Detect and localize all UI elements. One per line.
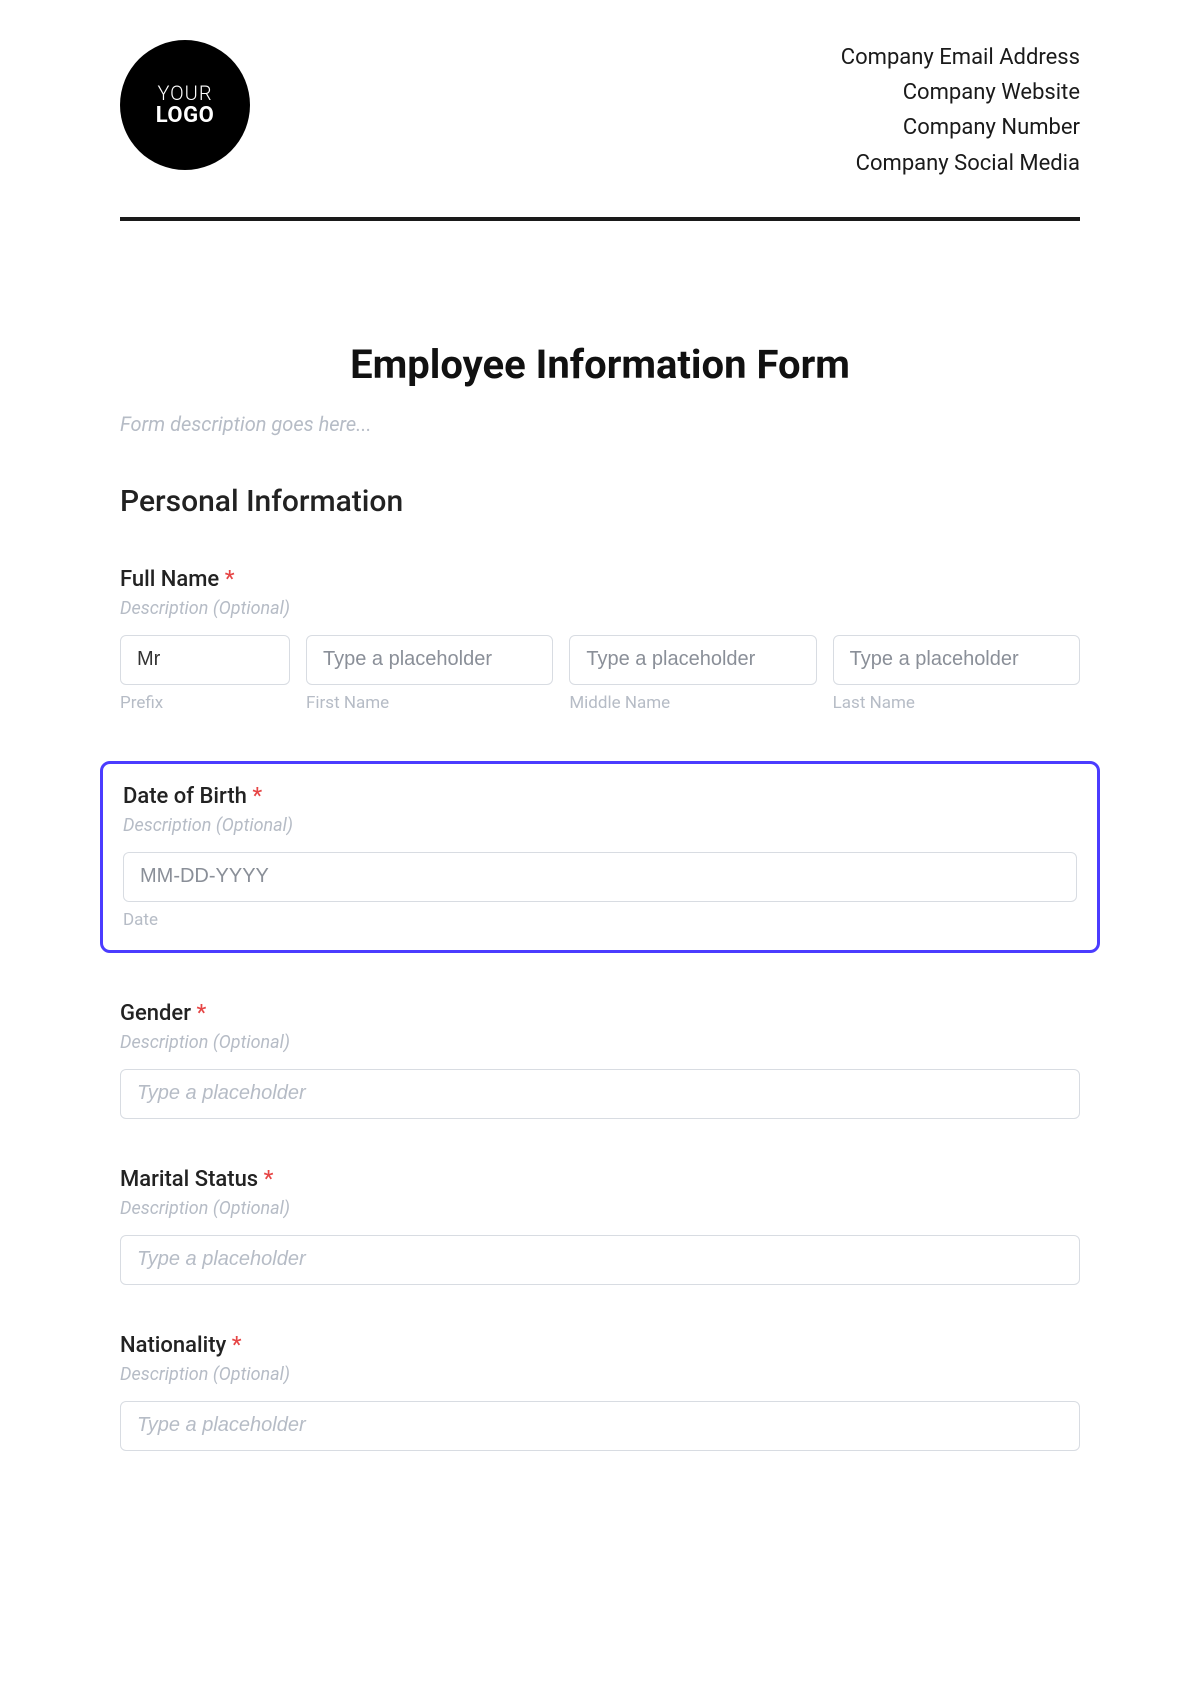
company-social: Company Social Media — [841, 146, 1080, 181]
required-mark: * — [232, 1333, 242, 1358]
section-title: Personal Information — [120, 484, 1080, 519]
field-nationality: Nationality * Description (Optional) — [120, 1333, 1080, 1451]
marital-input[interactable] — [120, 1235, 1080, 1285]
prefix-sublabel: Prefix — [120, 693, 290, 713]
form-title: Employee Information Form — [120, 341, 1080, 388]
full-name-label: Full Name * — [120, 567, 1080, 592]
dob-input[interactable] — [123, 852, 1077, 902]
field-gender: Gender * Description (Optional) — [120, 1001, 1080, 1119]
required-mark: * — [264, 1167, 274, 1192]
gender-input[interactable] — [120, 1069, 1080, 1119]
middle-name-sublabel: Middle Name — [569, 693, 816, 713]
company-website: Company Website — [841, 75, 1080, 110]
nationality-label: Nationality * — [120, 1333, 1080, 1358]
field-marital-status: Marital Status * Description (Optional) — [120, 1167, 1080, 1285]
field-full-name: Full Name * Description (Optional) Prefi… — [120, 567, 1080, 713]
nationality-label-text: Nationality — [120, 1333, 226, 1358]
logo-text-line2: LOGO — [156, 104, 215, 128]
field-date-of-birth[interactable]: Date of Birth * Description (Optional) D… — [100, 761, 1100, 953]
dob-label: Date of Birth * — [123, 784, 1077, 809]
nationality-input[interactable] — [120, 1401, 1080, 1451]
logo-placeholder: YOUR LOGO — [120, 40, 250, 170]
full-name-description[interactable]: Description (Optional) — [120, 598, 1080, 619]
dob-description[interactable]: Description (Optional) — [123, 815, 1077, 836]
company-info: Company Email Address Company Website Co… — [841, 40, 1080, 181]
middle-name-input[interactable] — [569, 635, 816, 685]
marital-label-text: Marital Status — [120, 1167, 258, 1192]
required-mark: * — [225, 567, 235, 592]
dob-label-text: Date of Birth — [123, 784, 247, 809]
form-description[interactable]: Form description goes here... — [120, 412, 1080, 436]
gender-description[interactable]: Description (Optional) — [120, 1032, 1080, 1053]
last-name-input[interactable] — [833, 635, 1080, 685]
gender-label-text: Gender — [120, 1001, 191, 1026]
prefix-input[interactable] — [120, 635, 290, 685]
logo-text-line1: YOUR — [157, 82, 212, 104]
required-mark: * — [252, 784, 262, 809]
company-number: Company Number — [841, 110, 1080, 145]
marital-label: Marital Status * — [120, 1167, 1080, 1192]
gender-label: Gender * — [120, 1001, 1080, 1026]
marital-description[interactable]: Description (Optional) — [120, 1198, 1080, 1219]
first-name-sublabel: First Name — [306, 693, 553, 713]
dob-sublabel: Date — [123, 910, 1077, 930]
full-name-label-text: Full Name — [120, 567, 219, 592]
required-mark: * — [196, 1001, 206, 1026]
first-name-input[interactable] — [306, 635, 553, 685]
header: YOUR LOGO Company Email Address Company … — [120, 40, 1080, 221]
company-email: Company Email Address — [841, 40, 1080, 75]
nationality-description[interactable]: Description (Optional) — [120, 1364, 1080, 1385]
last-name-sublabel: Last Name — [833, 693, 1080, 713]
